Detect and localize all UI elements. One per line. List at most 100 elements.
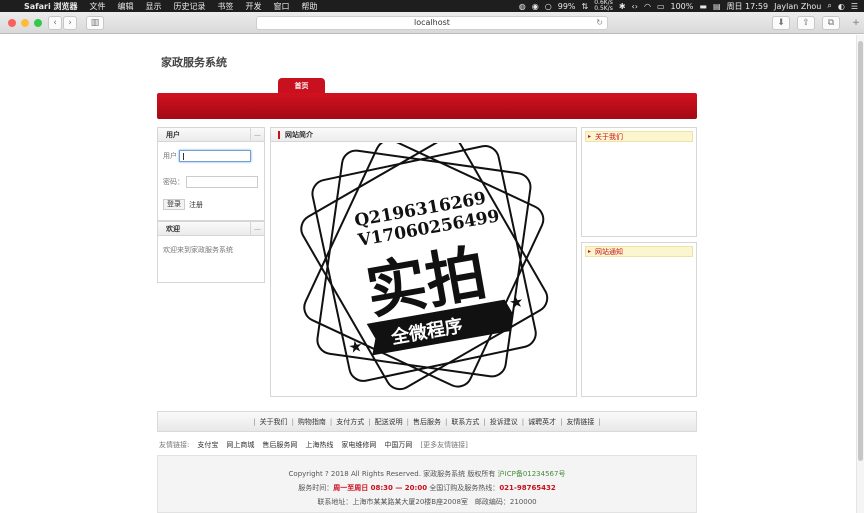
welcome-panel: 欢迎 — 欢迎来到家政服务系统 bbox=[157, 221, 265, 283]
share-icon: ⇪ bbox=[802, 18, 810, 28]
zoom-window-button[interactable] bbox=[34, 19, 42, 27]
progress-ring-icon[interactable]: ○ bbox=[545, 2, 552, 11]
more-friend-links[interactable]: [更多友情链接] bbox=[420, 440, 467, 450]
footer-link-delivery[interactable]: 配送说明 bbox=[375, 417, 403, 427]
collapse-icon[interactable]: — bbox=[250, 222, 264, 235]
about-panel: 关于我们 bbox=[581, 127, 697, 237]
menu-history[interactable]: 历史记录 bbox=[168, 1, 212, 12]
chevron-left-icon: ‹ bbox=[53, 18, 57, 28]
login-panel-title: 用户 bbox=[166, 131, 180, 139]
footer-link-guide[interactable]: 购物指南 bbox=[298, 417, 326, 427]
menu-file[interactable]: 文件 bbox=[84, 1, 112, 12]
footer-link-aftersales[interactable]: 售后服务 bbox=[413, 417, 441, 427]
scrollbar-thumb[interactable] bbox=[858, 41, 863, 461]
friend-links-label: 友情链接: bbox=[159, 441, 190, 449]
battery-icon[interactable]: ▬ bbox=[699, 2, 707, 11]
friend-link[interactable]: 售后服务网 bbox=[262, 440, 297, 450]
friend-link[interactable]: 支付宝 bbox=[197, 440, 218, 450]
share-button[interactable]: ⇪ bbox=[797, 16, 815, 30]
wifi-icon[interactable]: ◠ bbox=[644, 2, 651, 11]
clock[interactable]: 周日 17:59 bbox=[727, 1, 769, 12]
login-button[interactable]: 登录 bbox=[163, 199, 185, 210]
footer-link-jobs[interactable]: 诚聘英才 bbox=[528, 417, 556, 427]
separator: | bbox=[483, 417, 486, 426]
footer-link-contact[interactable]: 联系方式 bbox=[451, 417, 479, 427]
sidebar-button[interactable]: ▥ bbox=[86, 16, 104, 30]
hotline-label: 全国订购及服务热线： bbox=[429, 484, 500, 492]
address-bar[interactable]: localhost ↻ bbox=[256, 16, 608, 30]
scrollbar[interactable] bbox=[856, 35, 864, 513]
welcome-text: 欢迎来到家政服务系统 bbox=[163, 246, 233, 254]
footer-link-complaint[interactable]: 投诉建议 bbox=[490, 417, 518, 427]
footer-link-payment[interactable]: 支付方式 bbox=[336, 417, 364, 427]
separator: | bbox=[329, 417, 333, 426]
separator: | bbox=[521, 417, 525, 426]
footer-link-about[interactable]: 关于我们 bbox=[260, 417, 288, 427]
copyright-text: Copyright ? 2018 All Rights Reserved. 家政… bbox=[288, 470, 496, 478]
close-window-button[interactable] bbox=[8, 19, 16, 27]
about-panel-title[interactable]: 关于我们 bbox=[585, 131, 693, 142]
site-intro-header: 网站简介 bbox=[271, 128, 576, 142]
hotline-number: 021-98765432 bbox=[499, 484, 556, 492]
menu-safari[interactable]: Safari 浏览器 bbox=[18, 1, 84, 12]
downloads-button[interactable]: ⬇ bbox=[772, 16, 790, 30]
address-line: 联系地址：上海市某某路某大厦20楼B座2008室 邮政编码：210000 bbox=[317, 498, 537, 506]
copyright-line: Copyright ? 2018 All Rights Reserved. 家政… bbox=[158, 469, 696, 479]
plus-icon: + bbox=[852, 18, 860, 28]
nav-bar bbox=[157, 93, 697, 119]
bluetooth-icon[interactable]: ✱ bbox=[619, 2, 626, 11]
intro-image: Q2196316269 V17060256499 实拍 全微程序 ★ ★ bbox=[300, 143, 549, 391]
separator: | bbox=[406, 417, 409, 426]
collapse-icon[interactable]: — bbox=[250, 128, 264, 141]
macos-menubar: Safari 浏览器 文件 编辑 显示 历史记录 书签 开发 窗口 帮助 ◍ ◉… bbox=[0, 0, 864, 12]
menu-bookmarks[interactable]: 书签 bbox=[212, 1, 240, 12]
battery-percent-2: 100% bbox=[670, 1, 694, 11]
notice-panel: 网站通知 bbox=[581, 242, 697, 397]
username-row: 用户 bbox=[163, 150, 251, 162]
register-link[interactable]: 注册 bbox=[189, 200, 203, 210]
service-line: 服务时间：周一至周日 08:30 — 20:00 全国订购及服务热线：021-9… bbox=[158, 483, 696, 493]
friend-link[interactable]: 网上商城 bbox=[226, 440, 254, 450]
display-icon[interactable]: ▭ bbox=[657, 2, 665, 11]
back-button[interactable]: ‹ bbox=[48, 16, 62, 30]
friend-link[interactable]: 家电维修网 bbox=[341, 440, 376, 450]
reload-icon[interactable]: ↻ bbox=[596, 17, 603, 29]
spotlight-icon[interactable]: ⌕ bbox=[827, 1, 831, 11]
menu-edit[interactable]: 编辑 bbox=[112, 1, 140, 12]
minimize-window-button[interactable] bbox=[21, 19, 29, 27]
hours-label: 服务时间： bbox=[298, 484, 334, 492]
footer-links: | 关于我们 | 购物指南 | 支付方式 | 配送说明 | 售后服务 | 联系方式 | 投诉… bbox=[157, 411, 697, 432]
notification-icon[interactable]: ◉ bbox=[532, 2, 539, 11]
username-label: 用户 bbox=[163, 152, 177, 160]
network-speed: 0.6K/s 0.5K/s bbox=[594, 0, 613, 12]
friend-link[interactable]: 中国万网 bbox=[384, 440, 412, 450]
code-icon[interactable]: ‹› bbox=[632, 2, 638, 11]
separator: | bbox=[598, 417, 601, 426]
user-name[interactable]: Jaylan Zhou bbox=[774, 2, 821, 11]
site-title: 家政服务系统 bbox=[161, 56, 227, 69]
control-center-icon[interactable]: ☰ bbox=[851, 2, 858, 11]
login-actions: 登录 注册 bbox=[163, 199, 203, 210]
tabs-overview-button[interactable]: ⧉ bbox=[822, 16, 840, 30]
flag-icon[interactable]: ▤ bbox=[713, 2, 721, 11]
siri-icon[interactable]: ◐ bbox=[838, 2, 845, 11]
forward-button[interactable]: › bbox=[63, 16, 77, 30]
sidebar-icon: ▥ bbox=[90, 18, 100, 28]
password-row: 密码： bbox=[163, 176, 258, 188]
site-intro-title: 网站简介 bbox=[285, 131, 313, 139]
username-input[interactable] bbox=[179, 150, 251, 162]
wechat-icon[interactable]: ◍ bbox=[519, 2, 526, 11]
friend-link[interactable]: 上海热线 bbox=[305, 440, 333, 450]
login-panel: 用户 — 用户 密码： 登录 注册 bbox=[157, 127, 265, 221]
menu-window[interactable]: 窗口 bbox=[268, 1, 296, 12]
footer-link-friends[interactable]: 友情链接 bbox=[566, 417, 594, 427]
menu-help[interactable]: 帮助 bbox=[296, 1, 324, 12]
nav-tab-home[interactable]: 首页 bbox=[278, 78, 325, 94]
separator: | bbox=[445, 417, 448, 426]
menu-view[interactable]: 显示 bbox=[140, 1, 168, 12]
new-tab-button[interactable]: + bbox=[850, 16, 862, 30]
menu-develop[interactable]: 开发 bbox=[240, 1, 268, 12]
password-input[interactable] bbox=[186, 176, 258, 188]
notice-panel-title[interactable]: 网站通知 bbox=[585, 246, 693, 257]
icp-link[interactable]: 沪ICP备01234567号 bbox=[498, 470, 566, 478]
